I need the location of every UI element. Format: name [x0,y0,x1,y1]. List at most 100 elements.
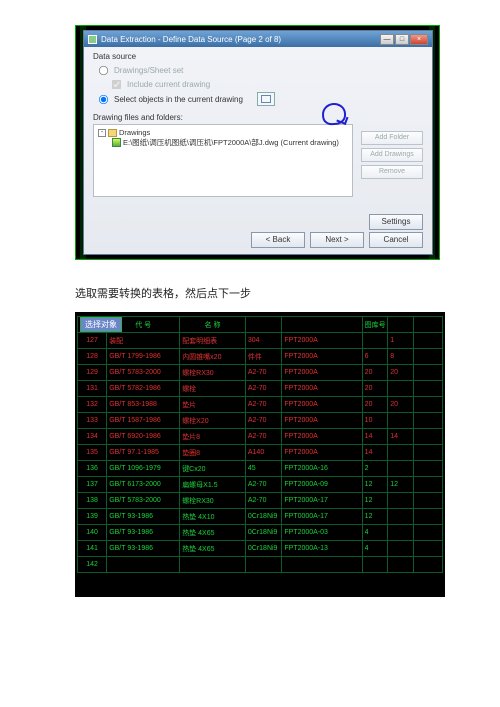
radio-drawings-input[interactable] [99,66,108,75]
table-cell: A2-70 [245,493,282,509]
table-cell: 螺栓RX30 [180,493,246,509]
table-cell: GB/T 5783-2000 [107,493,180,509]
table-row[interactable]: 134GB/T 6920-1986垫片8A2-70FPT2000A1414 [78,429,443,445]
table-cell [388,461,414,477]
table-cell: GB/T 5783-2000 [107,365,180,381]
table-cell [413,461,442,477]
tree-toggle-icon[interactable]: - [98,129,106,137]
table-cell: 扁螺母X1.5 [180,477,246,493]
table-cell: FPT2000A-13 [282,541,362,557]
table-cell [388,493,414,509]
table-row[interactable]: 141GB/T 93-1986热垫 4X650Cr18Ni9FPT2000A-1… [78,541,443,557]
table-row[interactable]: 129GB/T 5783-2000螺栓RX30A2-70FPT2000A2020 [78,365,443,381]
table-cell: 4 [362,525,388,541]
table-cell: GB/T 1799-1986 [107,349,180,365]
table-cell: 2 [362,461,388,477]
table-cell: FPT2000A-16 [282,461,362,477]
checkbox-include-input [112,80,121,89]
table-cell: 配套明细表 [180,333,246,349]
tree-child-node[interactable]: E:\图纸\调压机图纸\调压机\FPT2000A\部J.dwg (Current… [98,137,348,148]
table-row[interactable]: 135GB/T 97.1-1985垫圈8A140FPT2000A14 [78,445,443,461]
data-source-label: Data source [93,52,423,61]
drawing-files-tree[interactable]: - Drawings E:\图纸\调压机图纸\调压机\FPT2000A\部J.d… [93,124,353,197]
window-maximize-button[interactable]: □ [395,34,409,45]
table-row[interactable]: 131GB/T 5782-1986螺栓A2-70FPT2000A20 [78,381,443,397]
drawing-files-label: Drawing files and folders: [93,113,423,122]
next-button[interactable]: Next > [310,232,364,248]
table-header-cell [413,317,442,333]
table-cell: FPT2000A-09 [282,477,362,493]
table-cell: GB/T 1587-1986 [107,413,180,429]
table-cell: 螺栓RX30 [180,365,246,381]
app-icon [88,35,97,44]
table-cell: 键Cx20 [180,461,246,477]
table-header-cell: 名 称 [180,317,246,333]
table-row[interactable]: 137GB/T 6173-2000扁螺母X1.5A2-70FPT2000A-09… [78,477,443,493]
table-header-cell [245,317,282,333]
table-cell [413,397,442,413]
table-cell: A2-70 [245,365,282,381]
table-row[interactable]: 142 [78,557,443,573]
table-cell: A2-70 [245,397,282,413]
table-cell [180,557,246,573]
table-cell [413,493,442,509]
table-row[interactable]: 139GB/T 93-1986热垫 4X100Cr18Ni9FPT0000A-1… [78,509,443,525]
window-minimize-button[interactable]: — [380,34,394,45]
table-cell [388,509,414,525]
tree-root-node[interactable]: - Drawings [98,128,348,137]
side-button-group: Add Folder Add Drawings Remove [361,131,423,179]
table-cell: 0Cr18Ni9 [245,541,282,557]
window-close-button[interactable]: × [410,34,428,45]
table-cell [388,541,414,557]
table-header-cell [388,317,414,333]
table-cell: 内圆锥嘴x20 [180,349,246,365]
settings-button[interactable]: Settings [369,214,423,230]
table-row[interactable]: 133GB/T 1587-1986螺栓X20A2-70FPT2000A10 [78,413,443,429]
dialog-titlebar[interactable]: Data Extraction - Define Data Source (Pa… [84,31,432,47]
table-cell: GB/T 93-1986 [107,509,180,525]
table-cell: A2-70 [245,477,282,493]
table-row[interactable]: 132GB/T 853-1988垫片A2-70FPT2000A2020 [78,397,443,413]
table-cell: 131 [78,381,107,397]
table-cell [413,365,442,381]
table-row[interactable]: 136GB/T 1096-1979键Cx2045FPT2000A-162 [78,461,443,477]
table-row[interactable]: 127装配配套明细表304FPT2000A1 [78,333,443,349]
back-button[interactable]: < Back [251,232,305,248]
table-cell: GB/T 97.1-1985 [107,445,180,461]
table-cell: 件件 [245,349,282,365]
table-cell [413,429,442,445]
radio-select-label: Select objects in the current drawing [114,95,243,104]
table-cell: FPT2000A [282,365,362,381]
table-cell: 0Cr18Ni9 [245,525,282,541]
table-cell: FPT2000A [282,445,362,461]
table-cell: 4 [362,541,388,557]
radio-select-objects[interactable]: Select objects in the current drawing [93,91,423,107]
table-cell: 装配 [107,333,180,349]
table-cell: 134 [78,429,107,445]
cad-parts-table[interactable]: 代 号名 称图库号 127装配配套明细表304FPT2000A1128GB/T … [77,316,443,573]
select-objects-badge[interactable]: 选择对象 [80,317,122,332]
table-cell [388,445,414,461]
table-cell: 螺栓 [180,381,246,397]
table-cell: 132 [78,397,107,413]
radio-drawings-label: Drawings/Sheet set [114,66,183,75]
table-cell: 20 [362,397,388,413]
table-cell [413,349,442,365]
radio-drawings-sheet-set[interactable]: Drawings/Sheet set [93,63,423,78]
table-cell: 热垫 4X65 [180,541,246,557]
table-cell: 12 [362,509,388,525]
table-cell [107,557,180,573]
table-row[interactable]: 138GB/T 5783-2000螺栓RX30A2-70FPT2000A-171… [78,493,443,509]
table-row[interactable]: 140GB/T 93-1986热垫 4X650Cr18Ni9FPT2000A-0… [78,525,443,541]
table-cell: 垫片 [180,397,246,413]
table-cell [413,477,442,493]
table-cell: 135 [78,445,107,461]
table-cell: 133 [78,413,107,429]
cancel-button[interactable]: Cancel [369,232,423,248]
dialog-button-row: < Back Next > Cancel [251,232,423,248]
radio-select-input[interactable] [99,94,108,103]
add-drawings-button: Add Drawings [361,148,423,162]
table-cell: 20 [388,397,414,413]
table-row[interactable]: 128GB/T 1799-1986内圆锥嘴x20件件FPT2000A68 [78,349,443,365]
select-objects-pick-button[interactable] [257,92,275,106]
